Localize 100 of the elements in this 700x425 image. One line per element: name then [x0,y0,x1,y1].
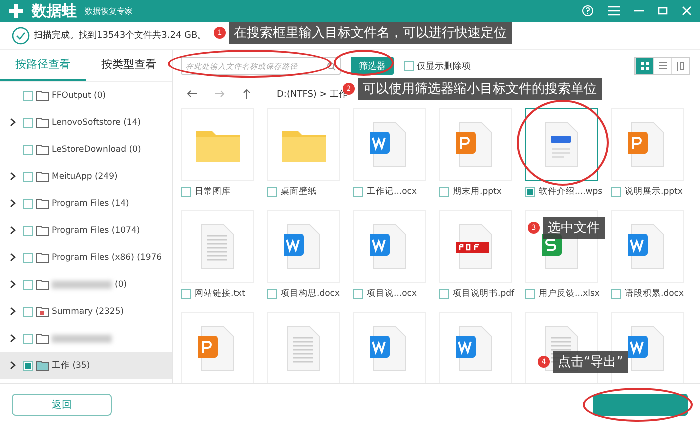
tree-checkbox[interactable] [23,252,33,262]
folder-name[interactable]: Summary (2325) [52,306,124,316]
app-name: 数据蛙 [32,2,77,20]
file-name: 网站链接.txt [195,288,246,300]
folder-icon [36,144,49,154]
file-checkbox[interactable] [353,289,363,299]
tree-checkbox[interactable] [23,198,33,208]
file-name: 桌面壁纸 [281,186,317,198]
file-name: 语段积累.docx [625,288,684,300]
document-folder-icon [36,306,49,316]
tree-checkbox[interactable] [23,334,33,344]
chevron-right-icon[interactable] [10,172,16,181]
close-icon[interactable] [682,6,692,16]
file-checkbox[interactable] [267,187,277,197]
chevron-right-icon[interactable] [10,307,16,316]
tree-checkbox[interactable] [23,226,33,236]
deleted-only-checkbox[interactable] [404,61,414,71]
file-checkbox[interactable] [611,187,621,197]
chevron-right-icon[interactable] [10,361,16,370]
tree-checkbox[interactable] [23,90,33,100]
word-file-icon [628,326,668,372]
file-checkbox[interactable] [525,289,535,299]
folder-name[interactable]: LeStoreDownload (0) [52,144,142,154]
chevron-right-icon[interactable] [10,118,16,127]
folder-name[interactable]: (0) [115,280,128,290]
grid-view-button[interactable] [635,58,653,74]
tree-checkbox[interactable] [23,280,33,290]
step-callout: 在搜索框里输入目标文件名，可以进行快速定位 [229,22,512,44]
forward-arrow-icon[interactable] [215,90,225,98]
tree-checkbox[interactable] [23,360,33,370]
file-checkbox[interactable] [525,187,535,197]
file-checkbox[interactable] [439,187,449,197]
blurred-text [52,334,112,342]
folder-icon [36,226,49,236]
columns-icon [676,62,684,70]
file-thumbnail[interactable] [525,108,598,181]
folder-name[interactable]: Program Files (x86) (1976 [52,252,162,262]
chevron-right-icon[interactable] [10,253,16,262]
up-arrow-icon[interactable] [243,89,251,99]
tree-checkbox[interactable] [23,306,33,316]
folder-icon [36,198,49,208]
step-callout: 选中文件 [543,217,605,239]
word-file-icon [456,326,496,372]
ppt-file-icon [628,122,668,168]
word-file-icon [628,224,668,270]
ppt-file-icon [198,326,238,372]
folder-name[interactable]: 工作 (35) [52,360,90,372]
deleted-only-label: 仅显示删除项 [417,60,471,72]
menu-icon[interactable] [608,6,620,16]
file-name: 项目说...ocx [367,288,418,300]
folder-icon [36,172,49,182]
word-file-icon [370,122,410,168]
view-tab[interactable]: 按类型查看 [86,50,172,81]
file-checkbox[interactable] [267,289,277,299]
tree-checkbox[interactable] [23,144,33,154]
pdf-file-icon [456,224,496,270]
step-callout: 可以使用筛选器缩小目标文件的搜索单位 [358,78,602,100]
file-checkbox[interactable] [611,289,621,299]
file-checkbox[interactable] [439,289,449,299]
folder-icon [36,334,49,344]
check-circle-icon [12,26,30,44]
chevron-right-icon[interactable] [10,226,16,235]
word-file-icon [370,326,410,372]
folder-icon [36,360,49,370]
blurred-text [52,280,112,288]
folder-name[interactable]: Program Files (14) [52,198,130,208]
chevron-right-icon[interactable] [10,199,16,208]
grid-icon [640,62,648,70]
back-arrow-icon[interactable] [187,90,197,98]
highlight-ellipse [334,50,394,76]
file-name: 说明展示.pptx [625,186,683,198]
cross-logo-icon [8,3,24,19]
tree-checkbox[interactable] [23,172,33,182]
app-subtitle: 数据恢复专家 [85,6,133,16]
folder-name[interactable]: Program Files (1074) [52,226,140,236]
scan-status-text: 扫描完成。找到13543个文件共3.24 GB。 [34,30,207,42]
file-checkbox[interactable] [353,187,363,197]
export-button[interactable] [593,394,688,416]
folder-icon [36,90,49,100]
file-checkbox[interactable] [181,187,191,197]
folder-name[interactable]: LenovoSoftstore (14) [52,118,142,128]
list-icon [658,62,666,70]
help-icon[interactable] [582,5,594,17]
step-callout: 点击“导出” [553,351,628,373]
folder-name[interactable]: MeituApp (249) [52,172,118,182]
file-name: 项目说明书.pdf [453,288,514,300]
folder-icon [36,118,49,128]
folder-name[interactable]: FFOutput (0) [52,90,106,100]
chevron-right-icon[interactable] [10,280,16,289]
file-name: 项目构思.docx [281,288,340,300]
tree-checkbox[interactable] [23,118,33,128]
ppt-file-icon [456,122,496,168]
file-name: 工作记...ocx [367,186,418,198]
file-name: 用户反馈...xlsx [539,288,600,300]
word-file-icon [284,224,324,270]
maximize-icon[interactable] [658,6,668,16]
chevron-right-icon[interactable] [10,334,16,343]
folder-icon [36,280,49,290]
file-checkbox[interactable] [181,289,191,299]
file-name: 日常图库 [195,186,231,198]
